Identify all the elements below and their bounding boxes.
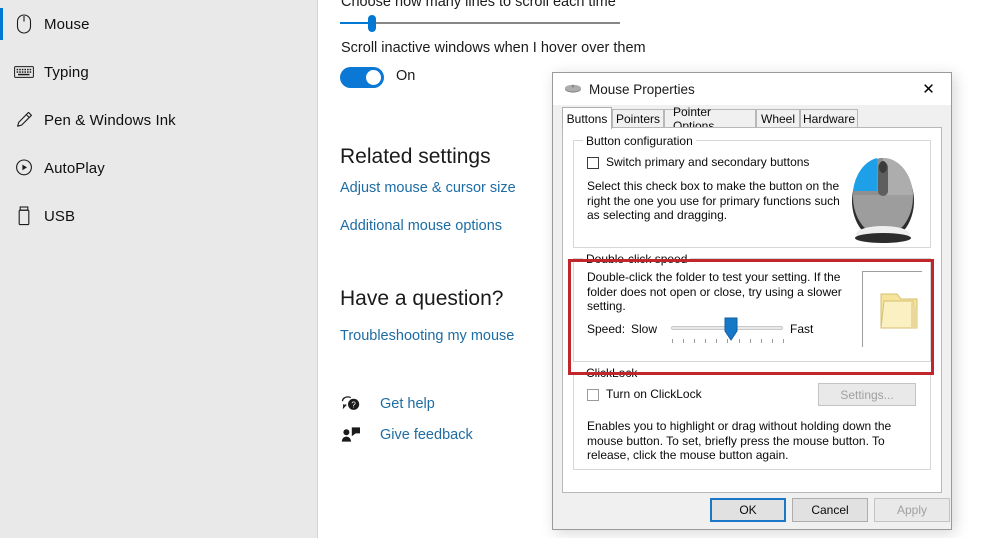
- dialog-tabs: Buttons Pointers Pointer Options Wheel H…: [562, 105, 942, 133]
- tab-buttons[interactable]: Buttons: [562, 107, 612, 129]
- svg-text:?: ?: [351, 400, 356, 409]
- settings-sidebar: Mouse Typing Pen & Windows Ink AutoPlay: [0, 0, 318, 538]
- click-lock-description: Enables you to highlight or drag without…: [587, 419, 892, 462]
- tab-pointer-options[interactable]: Pointer Options: [664, 105, 756, 133]
- mouse-icon: [564, 80, 582, 98]
- cancel-button[interactable]: Cancel: [792, 498, 868, 522]
- slider-track: [340, 22, 620, 24]
- sidebar-item-label: AutoPlay: [44, 159, 105, 177]
- keyboard-icon: [12, 48, 36, 96]
- sidebar-item-mouse[interactable]: Mouse: [0, 0, 317, 48]
- toggle-state-label: On: [396, 68, 416, 84]
- switch-buttons-checkbox[interactable]: [587, 157, 599, 169]
- tab-wheel[interactable]: Wheel: [756, 109, 800, 128]
- group-label: Double-click speed: [583, 252, 691, 266]
- double-click-speed-group: Double-click speed Double-click the fold…: [573, 252, 931, 362]
- link-adjust-mouse-cursor-size[interactable]: Adjust mouse & cursor size: [340, 180, 516, 196]
- turn-on-clicklock-checkbox[interactable]: [587, 389, 599, 401]
- pen-icon: [12, 96, 36, 144]
- toggle-knob: [366, 70, 381, 85]
- dialog-title: Mouse Properties: [589, 81, 695, 97]
- sidebar-item-usb[interactable]: USB: [0, 192, 317, 240]
- give-feedback-icon: [340, 424, 362, 446]
- scroll-lines-slider[interactable]: [340, 14, 620, 32]
- speed-label: Speed:: [587, 322, 626, 336]
- slow-label: Slow: [631, 322, 658, 336]
- scroll-lines-label: Choose how many lines to scroll each tim…: [341, 0, 616, 10]
- button-config-description: Select this check box to make the button…: [587, 179, 840, 222]
- give-feedback-row[interactable]: Give feedback: [340, 424, 473, 446]
- autoplay-icon: [12, 144, 36, 192]
- mouse-illustration: [846, 147, 920, 243]
- group-label: Button configuration: [583, 134, 696, 148]
- question-heading: Have a question?: [340, 287, 504, 310]
- sidebar-item-label: USB: [44, 207, 76, 225]
- click-lock-group: ClickLock Turn on ClickLock Settings... …: [573, 366, 931, 470]
- related-settings-heading: Related settings: [340, 145, 491, 168]
- speed-slider-ticks: [672, 339, 784, 343]
- link-troubleshooting-my-mouse[interactable]: Troubleshooting my mouse: [340, 328, 514, 344]
- close-icon[interactable]: ✕: [906, 73, 951, 104]
- ok-button[interactable]: OK: [710, 498, 786, 522]
- usb-icon: [12, 192, 36, 240]
- clicklock-settings-button[interactable]: Settings...: [818, 383, 916, 406]
- group-label: ClickLock: [583, 366, 641, 380]
- screen: Mouse Typing Pen & Windows Ink AutoPlay: [0, 0, 1005, 538]
- fast-label: Fast: [790, 322, 814, 336]
- get-help-icon: ?: [340, 393, 362, 415]
- give-feedback-label: Give feedback: [380, 427, 473, 443]
- scroll-inactive-label: Scroll inactive windows when I hover ove…: [341, 40, 646, 56]
- sidebar-item-pen-windows-ink[interactable]: Pen & Windows Ink: [0, 96, 317, 144]
- mouse-properties-dialog: Mouse Properties ✕ Buttons Pointers Poin…: [552, 72, 952, 530]
- sidebar-item-label: Mouse: [44, 15, 90, 33]
- speed-slider-thumb[interactable]: [724, 317, 738, 341]
- dialog-title-bar[interactable]: Mouse Properties ✕: [553, 73, 951, 105]
- sidebar-item-label: Pen & Windows Ink: [44, 111, 176, 129]
- selection-indicator: [0, 8, 3, 40]
- sidebar-item-autoplay[interactable]: AutoPlay: [0, 144, 317, 192]
- apply-button[interactable]: Apply: [874, 498, 950, 522]
- scroll-inactive-toggle[interactable]: [340, 67, 384, 88]
- link-additional-mouse-options[interactable]: Additional mouse options: [340, 218, 502, 234]
- double-click-description: Double-click the folder to test your set…: [587, 270, 842, 313]
- slider-thumb[interactable]: [368, 15, 376, 32]
- sidebar-item-typing[interactable]: Typing: [0, 48, 317, 96]
- mouse-icon: [12, 0, 36, 48]
- sidebar-item-label: Typing: [44, 63, 89, 81]
- tab-pointers[interactable]: Pointers: [612, 109, 664, 128]
- get-help-label: Get help: [380, 396, 435, 412]
- turn-on-clicklock-label: Turn on ClickLock: [606, 387, 702, 401]
- button-configuration-group: Button configuration Switch primary and …: [573, 134, 931, 248]
- tab-hardware[interactable]: Hardware: [800, 109, 858, 128]
- switch-buttons-label: Switch primary and secondary buttons: [606, 155, 810, 169]
- folder-test-area[interactable]: [862, 271, 922, 347]
- buttons-tab-panel: Button configuration Switch primary and …: [562, 127, 942, 493]
- get-help-row[interactable]: ? Get help: [340, 393, 435, 415]
